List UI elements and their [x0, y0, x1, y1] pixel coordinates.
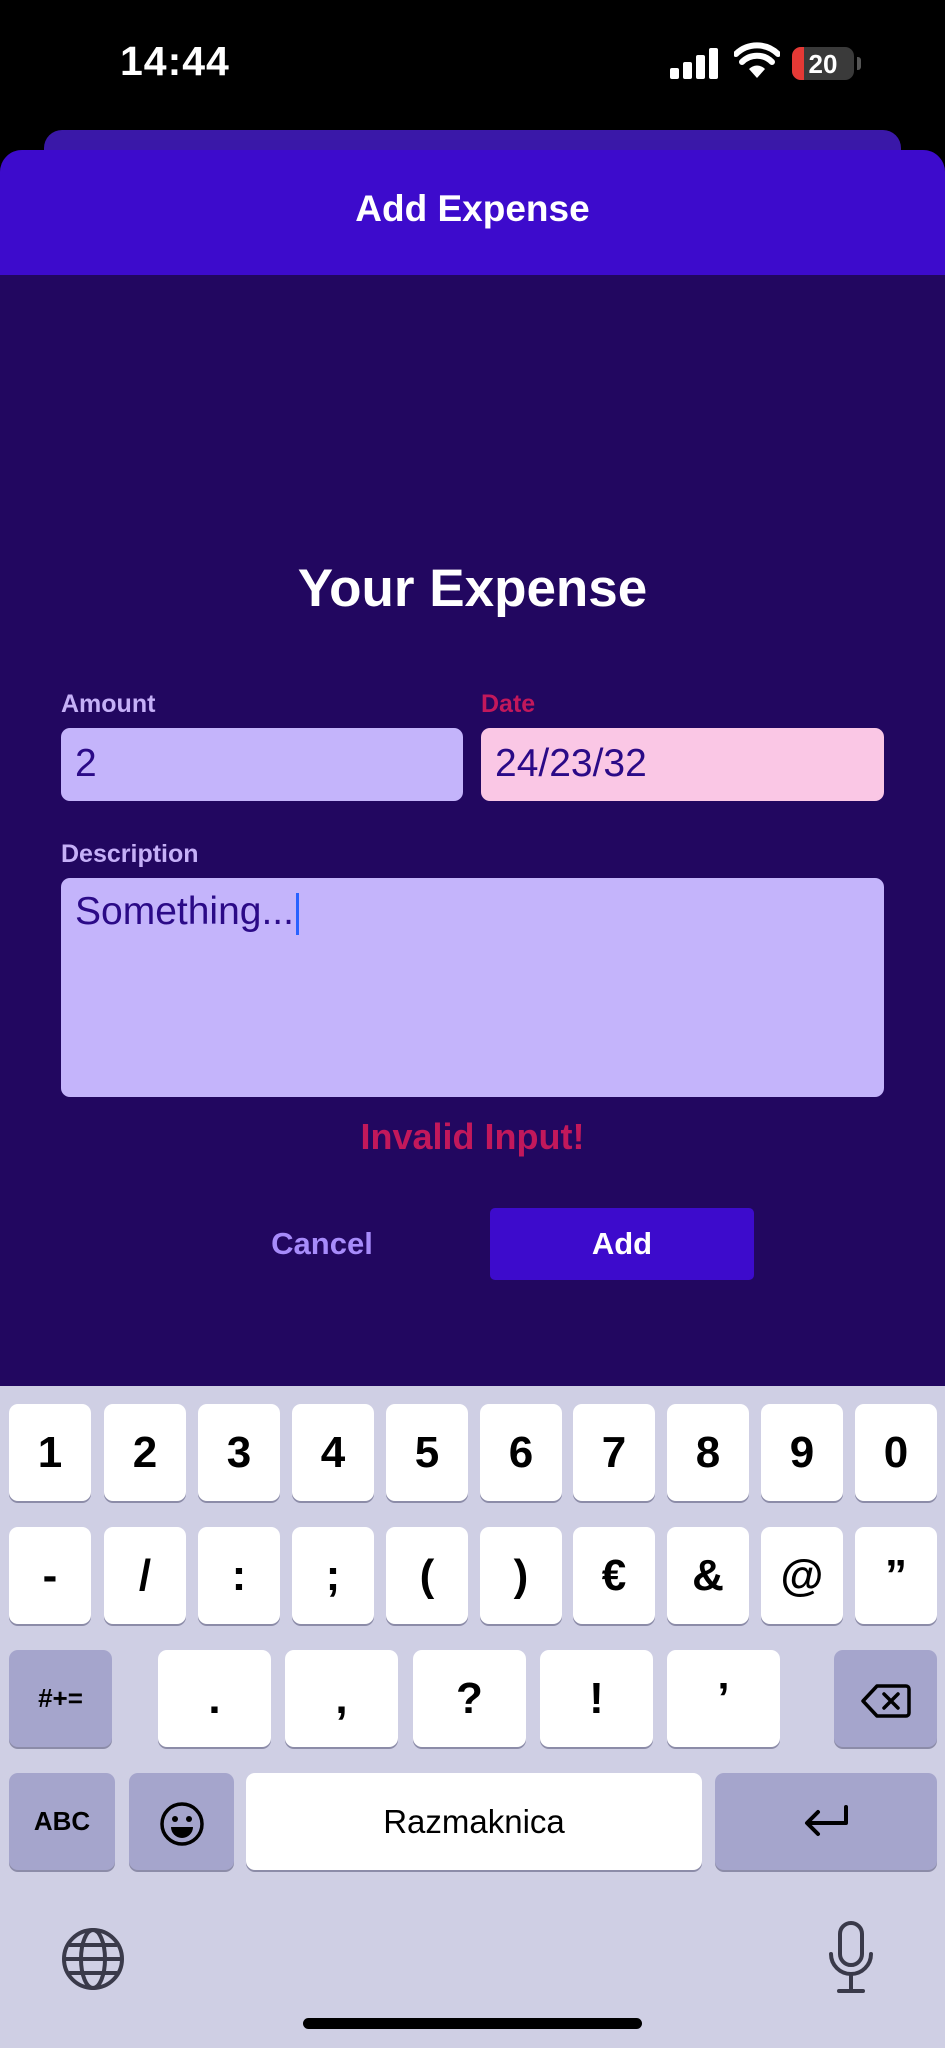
- key-quote[interactable]: ”: [855, 1527, 937, 1624]
- cancel-button[interactable]: Cancel: [220, 1208, 424, 1280]
- error-message: Invalid Input!: [360, 1116, 585, 1157]
- key-euro[interactable]: €: [573, 1527, 655, 1624]
- key-5[interactable]: 5: [386, 1404, 468, 1501]
- key-open-paren[interactable]: (: [386, 1527, 468, 1624]
- key-6[interactable]: 6: [480, 1404, 562, 1501]
- key-0[interactable]: 0: [855, 1404, 937, 1501]
- key-7[interactable]: 7: [573, 1404, 655, 1501]
- key-1[interactable]: 1: [9, 1404, 91, 1501]
- key-emoji[interactable]: [129, 1773, 234, 1870]
- amount-field[interactable]: 2: [61, 728, 463, 801]
- status-time: 14:44: [120, 38, 230, 84]
- date-field[interactable]: 24/23/32: [481, 728, 884, 801]
- key-4[interactable]: 4: [292, 1404, 374, 1501]
- key-colon[interactable]: :: [198, 1527, 280, 1624]
- amount-label: Amount: [61, 690, 156, 718]
- battery-icon: 20: [792, 47, 854, 80]
- key-apostrophe[interactable]: ’: [667, 1650, 780, 1747]
- return-icon: [805, 1805, 848, 1837]
- status-bar: 14:44 20: [0, 0, 945, 130]
- microphone-icon[interactable]: [826, 1920, 876, 1996]
- date-label: Date: [481, 690, 536, 718]
- globe-icon[interactable]: [60, 1926, 126, 1992]
- battery-tip: [857, 57, 861, 70]
- key-delete[interactable]: [834, 1650, 937, 1747]
- wifi-icon: [734, 42, 780, 78]
- key-close-paren[interactable]: ): [480, 1527, 562, 1624]
- key-return[interactable]: [715, 1773, 937, 1870]
- backspace-icon: [860, 1684, 911, 1719]
- text-cursor: [295, 892, 299, 935]
- description-text: Something...: [75, 890, 294, 933]
- key-hyphen[interactable]: -: [9, 1527, 91, 1624]
- key-question[interactable]: ?: [413, 1650, 526, 1747]
- form-heading: Your Expense: [297, 559, 648, 618]
- cellular-signal-icon: [670, 47, 720, 79]
- key-abc[interactable]: ABC: [9, 1773, 115, 1870]
- key-space[interactable]: Razmaknica: [246, 1773, 702, 1870]
- key-at[interactable]: @: [761, 1527, 843, 1624]
- key-comma[interactable]: ,: [285, 1650, 398, 1747]
- key-exclamation[interactable]: !: [540, 1650, 653, 1747]
- key-ampersand[interactable]: &: [667, 1527, 749, 1624]
- key-8[interactable]: 8: [667, 1404, 749, 1501]
- key-semicolon[interactable]: ;: [292, 1527, 374, 1624]
- key-9[interactable]: 9: [761, 1404, 843, 1501]
- add-button[interactable]: Add: [490, 1208, 754, 1280]
- key-symbols[interactable]: #+=: [9, 1650, 112, 1747]
- home-indicator[interactable]: [303, 2018, 642, 2029]
- emoji-icon: [159, 1802, 204, 1847]
- description-label: Description: [61, 840, 199, 868]
- nav-bar: Add Expense: [0, 150, 945, 275]
- key-3[interactable]: 3: [198, 1404, 280, 1501]
- key-slash[interactable]: /: [104, 1527, 186, 1624]
- battery-level: 20: [808, 49, 838, 79]
- nav-title: Add Expense: [355, 188, 590, 229]
- add-expense-sheet: Add Expense Your Expense Amount 2 Date 2…: [0, 150, 945, 1400]
- key-period[interactable]: .: [158, 1650, 271, 1747]
- key-2[interactable]: 2: [104, 1404, 186, 1501]
- description-field[interactable]: Something...: [61, 878, 884, 1097]
